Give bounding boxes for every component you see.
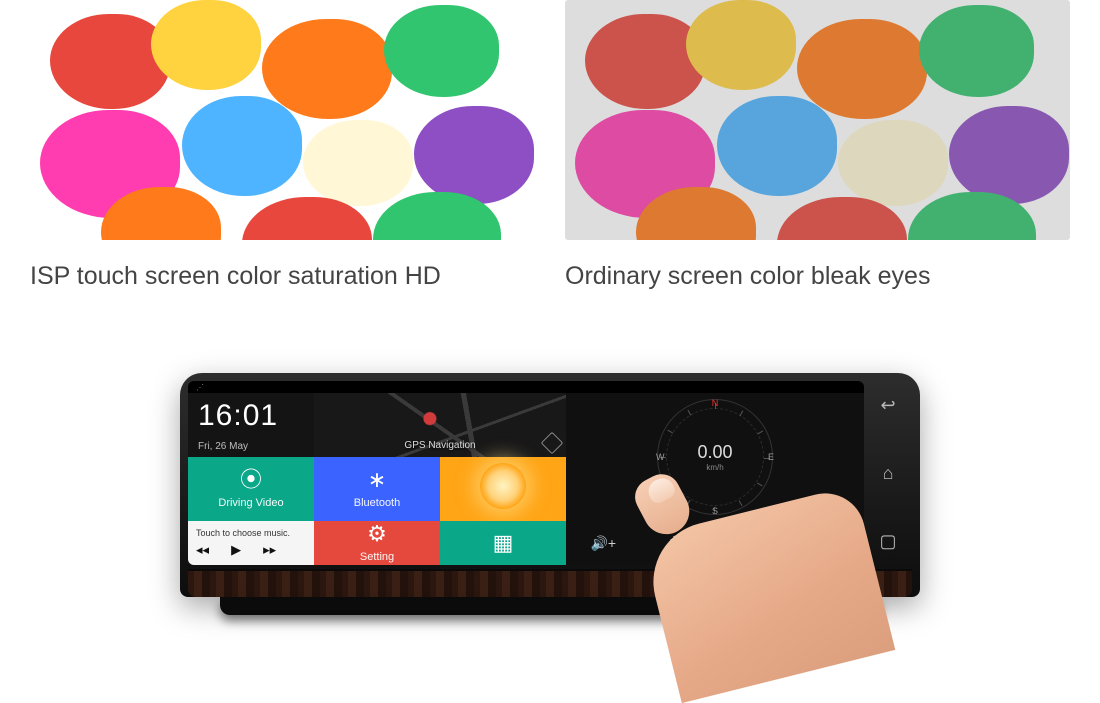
play-icon[interactable]: ▶ (231, 542, 241, 558)
compass-speed: 0.00 (697, 442, 732, 463)
touchscreen[interactable]: ⋰ 16:01 Fri, 26 May GPS Navigation ⦿ Dri… (188, 381, 864, 565)
nav-bar: ↩ ⌂ ▢ (864, 381, 912, 565)
isp-caption: ISP touch screen color saturation HD (30, 262, 535, 291)
gps-tile[interactable]: GPS Navigation (314, 393, 566, 457)
brightness-icon[interactable]: ☀ (820, 535, 833, 552)
wifi-icon: ⋰ (196, 383, 204, 392)
clock-date: Fri, 26 May (198, 441, 248, 452)
recent-button[interactable]: ▢ (874, 527, 902, 555)
back-button[interactable]: ↩ (874, 391, 902, 419)
isp-sample-image (30, 0, 535, 240)
next-icon[interactable]: ▸▸ (263, 542, 276, 558)
prev-icon[interactable]: ◂◂ (196, 542, 209, 558)
camera-icon: ⦿ (240, 469, 262, 491)
car-icon[interactable]: 🚗 (744, 535, 761, 552)
dashboard-trim (188, 569, 912, 597)
ordinary-sample-image (565, 0, 1070, 240)
driving-video-tile[interactable]: ⦿ Driving Video (188, 457, 314, 521)
compass-unit: km/h (706, 463, 723, 472)
apps-grid-icon: ▦ (493, 532, 514, 554)
device-stand (220, 597, 880, 615)
bluetooth-tile[interactable]: ∗ Bluetooth (314, 457, 440, 521)
bluetooth-icon: ∗ (368, 469, 386, 491)
fm-tile[interactable] (440, 457, 566, 521)
dashcam-device: ⋰ 16:01 Fri, 26 May GPS Navigation ⦿ Dri… (180, 373, 920, 615)
comparison-row: ISP touch screen color saturation HD Ord… (0, 0, 1100, 291)
device-bezel: ⋰ 16:01 Fri, 26 May GPS Navigation ⦿ Dri… (180, 373, 920, 597)
bluetooth-label: Bluetooth (354, 497, 400, 509)
settings-tile[interactable]: ⚙ Setting (314, 521, 440, 565)
music-hint: Touch to choose music. (196, 528, 290, 538)
compare-left: ISP touch screen color saturation HD (30, 0, 535, 291)
driving-video-label: Driving Video (218, 497, 283, 509)
clock-tile[interactable]: 16:01 Fri, 26 May (188, 393, 314, 457)
status-bar: ⋰ (188, 381, 864, 393)
volume-up-icon[interactable]: 🔊+ (590, 535, 616, 552)
home-grid: 16:01 Fri, 26 May GPS Navigation ⦿ Drivi… (188, 393, 864, 565)
compass-dial: N S E W 0.00 km/h (657, 399, 773, 515)
settings-label: Setting (360, 551, 394, 563)
ordinary-caption: Ordinary screen color bleak eyes (565, 262, 1070, 291)
compare-right: Ordinary screen color bleak eyes (565, 0, 1070, 291)
music-controls: ◂◂ ▶ ▸▸ (196, 542, 276, 558)
quick-bar: 🔊+ 🔊- 🚗 ☀ (566, 521, 864, 565)
gps-label: GPS Navigation (404, 440, 475, 451)
home-button[interactable]: ⌂ (874, 459, 902, 487)
compass-tile[interactable]: N S E W 0.00 km/h (566, 393, 864, 521)
clock-time: 16:01 (198, 399, 278, 433)
apps-tile[interactable]: ▦ (440, 521, 566, 565)
music-tile[interactable]: Touch to choose music. ◂◂ ▶ ▸▸ (188, 521, 314, 565)
gear-icon: ⚙ (367, 523, 387, 545)
volume-down-icon[interactable]: 🔊- (667, 535, 689, 552)
